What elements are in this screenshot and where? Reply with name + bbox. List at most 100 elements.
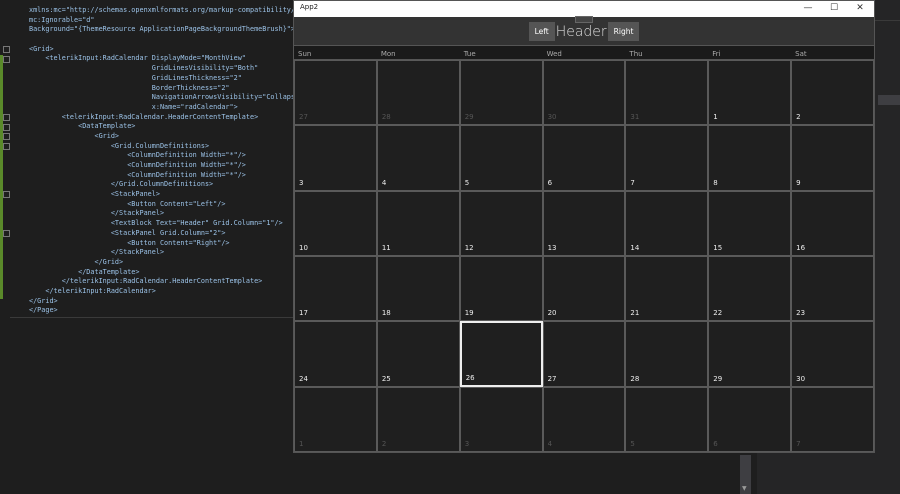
code-line[interactable]: </Page> <box>29 306 307 316</box>
day-name: Thu <box>629 50 643 58</box>
fold-toggle-icon[interactable] <box>3 133 10 140</box>
fold-toggle-icon[interactable] <box>3 143 10 150</box>
calendar-day-cell[interactable]: 31 <box>625 60 709 126</box>
title-bar[interactable]: App2 — ☐ ✕ <box>294 1 874 17</box>
code-line[interactable]: </telerikInput:RadCalendar> <box>29 287 307 297</box>
fold-toggle-icon[interactable] <box>3 230 10 237</box>
code-line[interactable]: <StackPanel Grid.Column="2"> <box>29 229 307 239</box>
code-line[interactable]: GridLinesThickness="2" <box>29 74 307 84</box>
code-line[interactable]: </Grid> <box>29 258 307 268</box>
calendar-day-cell[interactable]: 6 <box>542 125 626 191</box>
code-line[interactable]: <DataTemplate> <box>29 122 307 132</box>
day-number: 15 <box>713 244 723 252</box>
code-line[interactable]: <ColumnDefinition Width="*"/> <box>29 161 307 171</box>
calendar-day-cell[interactable]: 16 <box>791 190 874 256</box>
code-line[interactable]: </StackPanel> <box>29 209 307 219</box>
calendar-day-cell[interactable]: 14 <box>625 190 709 256</box>
code-line[interactable]: <Grid> <box>29 132 307 142</box>
code-lines[interactable]: xmlns:mc="http://schemas.openxmlformats.… <box>29 6 307 316</box>
code-line[interactable]: </StackPanel> <box>29 248 307 258</box>
close-button[interactable]: ✕ <box>848 1 872 17</box>
code-line[interactable]: GridLinesVisibility="Both" <box>29 64 307 74</box>
day-number: 8 <box>713 178 718 187</box>
scroll-down-arrow-icon[interactable]: ▼ <box>742 485 747 492</box>
fold-toggle-icon[interactable] <box>3 191 10 198</box>
calendar-day-cell[interactable]: 21 <box>625 256 709 322</box>
calendar-day-cell[interactable]: 24 <box>294 321 377 387</box>
calendar-day-cell[interactable]: 22 <box>708 256 792 322</box>
calendar-day-cell[interactable]: 27 <box>294 60 377 126</box>
fold-toggle-icon[interactable] <box>3 124 10 131</box>
calendar-day-cell[interactable]: 28 <box>625 321 709 387</box>
calendar-day-cell[interactable]: 19 <box>459 256 543 322</box>
code-line[interactable]: x:Name="radCalendar"> <box>29 103 307 113</box>
calendar-day-cell[interactable]: 26 <box>459 321 543 387</box>
code-line[interactable]: <telerikInput:RadCalendar DisplayMode="M… <box>29 54 307 64</box>
calendar-day-cell[interactable]: 29 <box>708 321 792 387</box>
calendar-day-cell[interactable]: 7 <box>791 386 874 452</box>
day-number: 6 <box>547 178 553 187</box>
calendar-day-cell[interactable]: 13 <box>542 190 626 256</box>
calendar-day-cell[interactable]: 28 <box>376 60 460 126</box>
code-line[interactable]: <ColumnDefinition Width="*"/> <box>29 171 307 181</box>
calendar-day-cell[interactable]: 29 <box>459 60 543 126</box>
minimize-button[interactable]: — <box>796 1 820 17</box>
side-panel-tab[interactable] <box>878 95 900 105</box>
code-line[interactable]: <telerikInput:RadCalendar.HeaderContentT… <box>29 113 307 123</box>
app-window: App2 — ☐ ✕ Left Header Right Sun Mon Tue We… <box>293 0 875 453</box>
code-line[interactable]: <Grid> <box>29 45 307 55</box>
fold-toggle-icon[interactable] <box>3 56 10 63</box>
calendar-day-cell[interactable]: 5 <box>459 125 543 191</box>
vertical-scrollbar[interactable]: ▼ <box>740 455 751 494</box>
code-line[interactable]: </Grid> <box>29 297 307 307</box>
code-line[interactable]: BorderThickness="2" <box>29 84 307 94</box>
calendar-day-cell[interactable]: 7 <box>625 125 709 191</box>
code-line[interactable]: </telerikInput:RadCalendar.HeaderContent… <box>29 277 307 287</box>
xaml-code-editor[interactable]: xmlns:mc="http://schemas.openxmlformats.… <box>0 0 307 318</box>
calendar-day-cell[interactable]: 18 <box>376 256 460 322</box>
calendar-day-cell[interactable]: 6 <box>708 386 792 452</box>
calendar-day-cell[interactable]: 3 <box>459 386 543 452</box>
calendar-day-cell[interactable]: 9 <box>791 125 874 191</box>
fold-toggle-icon[interactable] <box>3 114 10 121</box>
code-line[interactable]: <ColumnDefinition Width="*"/> <box>29 151 307 161</box>
code-line[interactable]: mc:Ignorable="d" <box>29 16 307 26</box>
maximize-button[interactable]: ☐ <box>822 1 846 17</box>
calendar-day-cell[interactable]: 4 <box>376 125 460 191</box>
code-line[interactable]: Background="{ThemeResource ApplicationPa… <box>29 25 307 35</box>
calendar-day-cell[interactable]: 12 <box>459 190 543 256</box>
code-line[interactable]: <Grid.ColumnDefinitions> <box>29 142 307 152</box>
day-number: 27 <box>547 374 557 383</box>
right-button[interactable]: Right <box>607 22 640 41</box>
code-line[interactable]: xmlns:mc="http://schemas.openxmlformats.… <box>29 6 307 16</box>
calendar-day-cell[interactable]: 30 <box>791 321 874 387</box>
calendar-day-cell[interactable]: 25 <box>376 321 460 387</box>
code-line[interactable]: <Button Content="Right"/> <box>29 239 307 249</box>
fold-toggle-icon[interactable] <box>3 46 10 53</box>
calendar-day-cell[interactable]: 2 <box>791 60 874 126</box>
calendar-day-cell[interactable]: 3 <box>294 125 377 191</box>
calendar-day-cell[interactable]: 20 <box>542 256 626 322</box>
calendar-day-cell[interactable]: 17 <box>294 256 377 322</box>
calendar-header: Left Header Right <box>294 16 874 46</box>
code-line[interactable]: <TextBlock Text="Header" Grid.Column="1"… <box>29 219 307 229</box>
calendar-day-cell[interactable]: 1 <box>708 60 792 126</box>
calendar-day-cell[interactable]: 1 <box>294 386 377 452</box>
calendar-day-cell[interactable]: 10 <box>294 190 377 256</box>
calendar-day-cell[interactable]: 15 <box>708 190 792 256</box>
code-line[interactable]: </Grid.ColumnDefinitions> <box>29 180 307 190</box>
calendar-day-cell[interactable]: 23 <box>791 256 874 322</box>
code-line[interactable] <box>29 35 307 45</box>
calendar-day-cell[interactable]: 2 <box>376 386 460 452</box>
left-button[interactable]: Left <box>528 22 555 41</box>
calendar-day-cell[interactable]: 4 <box>542 386 626 452</box>
code-line[interactable]: <Button Content="Left"/> <box>29 200 307 210</box>
code-line[interactable]: </DataTemplate> <box>29 268 307 278</box>
calendar-day-cell[interactable]: 11 <box>376 190 460 256</box>
code-line[interactable]: NavigationArrowsVisibility="Collapsed" <box>29 93 308 103</box>
calendar-day-cell[interactable]: 5 <box>625 386 709 452</box>
calendar-day-cell[interactable]: 30 <box>542 60 626 126</box>
calendar-day-cell[interactable]: 27 <box>542 321 626 387</box>
calendar-day-cell[interactable]: 8 <box>708 125 792 191</box>
code-line[interactable]: <StackPanel> <box>29 190 307 200</box>
